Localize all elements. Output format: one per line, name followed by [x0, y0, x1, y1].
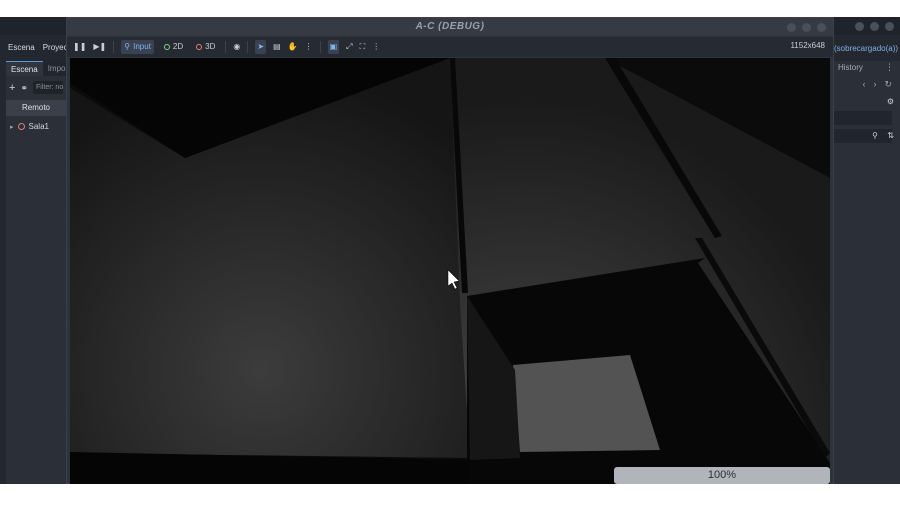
tree-item[interactable]: ▸ Sala1 [10, 122, 49, 131]
scene-tab-title[interactable]: (sobrecargado(a)) [834, 44, 898, 53]
chevron-right-icon[interactable]: ▸ [10, 123, 14, 131]
history-nav: ‹ › ↻ [862, 79, 892, 90]
game-debug-window: A-C (DEBUG) ❚❚ ▶❚ ⚲ Input 2D 3D ◉ ➤ ▤ ✋ … [66, 17, 834, 484]
scene-dock: Escena Importar + ⚭ Filter: nodes Remoto… [6, 61, 77, 484]
history-filter[interactable] [834, 129, 892, 143]
mode-2d-button[interactable]: 2D [161, 40, 186, 54]
window-minimize-button[interactable] [855, 22, 864, 31]
toolbar-divider [113, 41, 115, 53]
main-menu: Escena Proyecto [0, 41, 74, 55]
history-dock: History ⋮ ‹ › ↻ ⚙ ⚲ ⇅ [834, 61, 900, 484]
more-icon[interactable]: ⋮ [372, 40, 380, 54]
game-minimize-button[interactable] [787, 23, 796, 32]
toolbar-divider [247, 41, 249, 53]
input-button[interactable]: ⚲ Input [121, 40, 154, 54]
more-icon[interactable]: ⋮ [885, 62, 894, 73]
game-viewport[interactable]: 100% [70, 58, 830, 484]
toolbar-divider [225, 41, 227, 53]
expand-icon[interactable]: ⤢ [346, 40, 352, 54]
zoom-indicator: 100% [614, 467, 830, 484]
plus-icon[interactable]: + [9, 82, 15, 94]
search-icon[interactable]: ⚲ [872, 131, 878, 140]
focus-icon[interactable]: ▣ [327, 40, 340, 54]
resolution-label: 1152x648 [790, 41, 825, 50]
scene-render [70, 58, 830, 484]
tab-escena[interactable]: Escena [6, 61, 43, 76]
chevron-right-icon[interactable]: › [873, 79, 876, 90]
step-icon[interactable]: ▶❚ [93, 40, 106, 54]
pause-icon[interactable]: ❚❚ [73, 40, 86, 54]
game-toolbar: ❚❚ ▶❚ ⚲ Input 2D 3D ◉ ➤ ▤ ✋ ⋮ ▣ ⤢ ⛶ ⋮ [67, 37, 833, 57]
scene-dock-tabs: Escena Importar [6, 61, 77, 76]
window-title: A-C (DEBUG) [415, 21, 485, 32]
game-close-button[interactable] [817, 23, 826, 32]
fullscreen-icon[interactable]: ⛶ [360, 40, 366, 54]
mode-3d-button[interactable]: 3D [193, 40, 218, 54]
history-title[interactable]: History [838, 63, 863, 72]
game-titlebar: A-C (DEBUG) [67, 18, 833, 36]
more-icon[interactable]: ⋮ [305, 40, 313, 54]
mode-3d-label: 3D [205, 42, 216, 51]
node-icon [17, 123, 25, 130]
node-2d-icon [163, 44, 170, 50]
mode-2d-label: 2D [172, 42, 184, 51]
list-select-icon[interactable]: ▤ [273, 40, 281, 54]
eye-icon[interactable]: ◉ [233, 40, 240, 54]
node-3d-icon [196, 44, 203, 50]
window-maximize-button[interactable] [870, 22, 879, 31]
game-maximize-button[interactable] [802, 23, 811, 32]
hand-icon[interactable]: ✋ [288, 40, 298, 54]
select-icon[interactable]: ➤ [255, 40, 267, 54]
menu-escena[interactable]: Escena [8, 41, 35, 55]
chevron-left-icon[interactable]: ‹ [862, 79, 865, 90]
scene-tools: + ⚭ Filter: nodes [9, 81, 63, 94]
link-icon[interactable]: ⚭ [20, 82, 28, 94]
history-icon[interactable]: ↻ [884, 79, 892, 90]
tree-item-label: Sala1 [28, 122, 49, 131]
toolbar-divider [319, 41, 321, 53]
node-settings-icon[interactable]: ⚙ [887, 97, 894, 106]
input-icon: ⚲ [124, 42, 131, 51]
window-close-button[interactable] [885, 22, 894, 31]
remote-button[interactable]: Remoto [6, 100, 66, 116]
sort-icon[interactable]: ⇅ [887, 131, 894, 140]
input-label: Input [133, 42, 151, 51]
history-panel [834, 111, 892, 125]
filter-input[interactable]: Filter: nodes [32, 81, 63, 94]
